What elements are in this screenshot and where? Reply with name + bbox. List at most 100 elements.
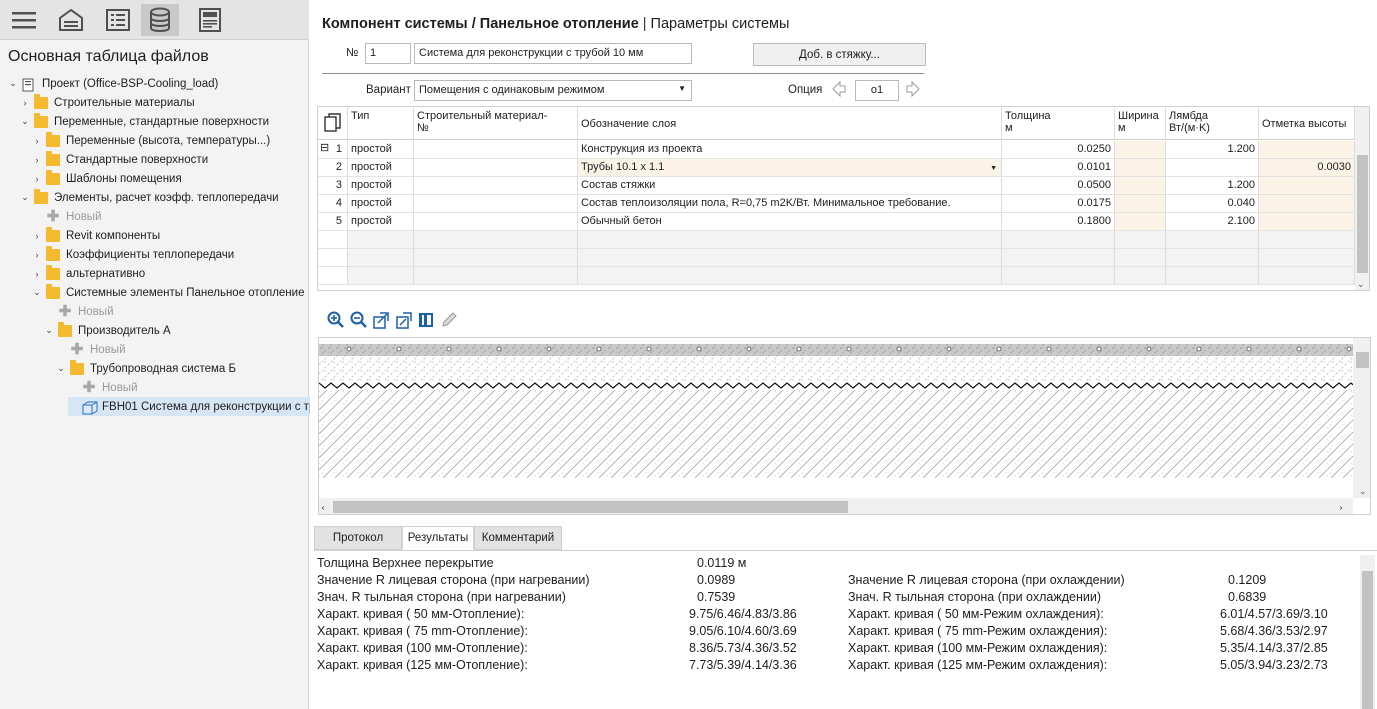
expand-chevron-icon[interactable]: ⌄ [56,363,66,374]
tree-node[interactable]: ✚ Новый [44,302,114,321]
building-icon[interactable] [55,4,87,36]
collapse-chevron-icon[interactable]: › [32,231,42,241]
cell-material[interactable] [414,159,578,177]
add-to-screed-button[interactable]: Доб. в стяжку... [753,43,926,66]
cell-lambda[interactable] [1166,159,1259,177]
cell-material[interactable] [414,177,578,195]
list-icon[interactable] [102,4,134,36]
cell-material[interactable] [414,141,578,159]
tree-node[interactable]: FBH01 Система для реконструкции с тр [68,397,316,416]
cross-section-drawing[interactable]: ⌄ ‹ › [318,337,1371,515]
cell-layer-name[interactable]: Обычный бетон [578,213,1002,231]
cell-width[interactable] [1115,213,1166,231]
tree-node[interactable]: ⌄ Производитель А [44,321,171,340]
column-header-material[interactable]: Строительный материал- № [414,107,578,140]
scroll-down-icon[interactable]: ⌄ [1357,279,1365,290]
row-number[interactable]: 3 [318,177,348,195]
cell-lambda[interactable]: 1.200 [1166,141,1259,159]
cell-lambda[interactable]: 2.100 [1166,213,1259,231]
tree-node[interactable]: › Строительные материалы [20,93,195,112]
collapse-chevron-icon[interactable]: › [32,250,42,260]
tree-node[interactable]: › Шаблоны помещения [32,169,182,188]
cell-lambda[interactable]: 0.040 [1166,195,1259,213]
fit-height-icon[interactable] [395,311,413,329]
database-icon[interactable] [141,4,179,36]
tree-node[interactable]: › Переменные (высота, температуры...) [32,131,270,150]
column-header-lambda[interactable]: Лямбда Вт/(м·K) [1166,107,1259,140]
cell-height[interactable] [1259,213,1355,231]
collapse-chevron-icon[interactable]: › [32,269,42,279]
column-header-thickness[interactable]: Толщина м [1002,107,1115,140]
cell-width[interactable] [1115,141,1166,159]
tree-node[interactable]: ✚ Новый [32,207,102,226]
row-number[interactable]: 5 [318,213,348,231]
expand-chevron-icon[interactable]: ⌄ [20,116,30,127]
cell-height[interactable]: 0.0030 [1259,159,1355,177]
tree-node[interactable]: ✚ Новый [56,340,126,359]
table-scrollbar-thumb[interactable] [1357,155,1368,273]
cell-layer-name[interactable]: Состав теплоизоляции пола, R=0,75 m2K/Вт… [578,195,1002,213]
option-field[interactable]: o1 [855,80,899,101]
collapse-chevron-icon[interactable]: › [32,155,42,165]
hamburger-menu-icon[interactable] [8,4,40,36]
cell-thickness[interactable]: 0.0101 [1002,159,1115,177]
results-scrollbar[interactable] [1360,555,1375,709]
tree-node[interactable]: ⌄ Элементы, расчет коэфф. теплопередачи [20,188,279,207]
row-number[interactable]: 1 ⊟ [318,141,348,159]
expand-chevron-icon[interactable]: ⌄ [32,287,42,298]
tree-node[interactable]: ✚ Новый [68,378,138,397]
zoom-in-icon[interactable] [327,311,345,329]
column-header-height[interactable]: Отметка высоты [1259,107,1355,140]
collapse-chevron-icon[interactable]: › [32,136,42,146]
cell-width[interactable] [1115,177,1166,195]
copy-icon[interactable] [318,107,348,140]
expand-chevron-icon[interactable]: ⌄ [44,325,54,336]
cell-thickness[interactable]: 0.1800 [1002,213,1115,231]
cell-material[interactable] [414,213,578,231]
cell-height[interactable] [1259,141,1355,159]
collapse-group-icon[interactable]: ⊟ [320,142,329,155]
cell-thickness[interactable]: 0.0175 [1002,195,1115,213]
system-name-field[interactable]: Система для реконструкции с трубой 10 мм [414,43,692,64]
table-scrollbar[interactable]: ⌄ [1355,107,1369,290]
collapse-chevron-icon[interactable]: › [32,174,42,184]
tree-node[interactable]: ⌄ Трубопроводная система Б [56,359,236,378]
cell-height[interactable] [1259,177,1355,195]
cell-type[interactable]: простой [348,195,414,213]
collapse-chevron-icon[interactable]: › [20,98,30,108]
tree-node[interactable]: › Стандартные поверхности [32,150,208,169]
cell-layer-name[interactable]: Трубы 10.1 x 1.1 ▼ [578,159,1002,177]
form-icon[interactable] [194,4,226,36]
cell-type[interactable]: простой [348,141,414,159]
cell-material[interactable] [414,195,578,213]
column-header-width[interactable]: Ширина м [1115,107,1166,140]
column-header-layer-name[interactable]: Обозначение слоя [578,107,1002,140]
cell-type[interactable]: простой [348,159,414,177]
cell-height[interactable] [1259,195,1355,213]
cell-layer-name[interactable]: Конструкция из проекта [578,141,1002,159]
tree-node[interactable]: › альтернативно [32,264,145,283]
variant-select[interactable]: Помещения с одинаковым режимом ▼ [414,80,692,101]
pencil-icon[interactable] [440,311,458,329]
cell-thickness[interactable]: 0.0250 [1002,141,1115,159]
arrow-left-icon[interactable] [832,80,846,98]
tree-node[interactable]: ⌄ Переменные, стандартные поверхности [20,112,269,131]
number-field[interactable]: 1 [365,43,411,64]
chevron-down-icon[interactable]: ▼ [990,162,997,175]
zoom-out-icon[interactable] [350,311,368,329]
cell-width[interactable] [1115,195,1166,213]
column-header-type[interactable]: Тип [348,107,414,140]
row-number[interactable]: 2 [318,159,348,177]
tab-protocol[interactable]: Протокол [314,526,402,550]
tree-node[interactable]: ⌄ Системные элементы Панельное отопление [32,283,304,302]
cell-width[interactable] [1115,159,1166,177]
fit-width-icon[interactable] [372,311,390,329]
expand-chevron-icon[interactable]: ⌄ [8,78,18,89]
cell-thickness[interactable]: 0.0500 [1002,177,1115,195]
expand-chevron-icon[interactable]: ⌄ [20,192,30,203]
row-number[interactable]: 4 [318,195,348,213]
cell-type[interactable]: простой [348,213,414,231]
tree-node[interactable]: › Revit компоненты [32,226,160,245]
cell-layer-name[interactable]: Состав стяжки [578,177,1002,195]
cell-type[interactable]: простой [348,177,414,195]
